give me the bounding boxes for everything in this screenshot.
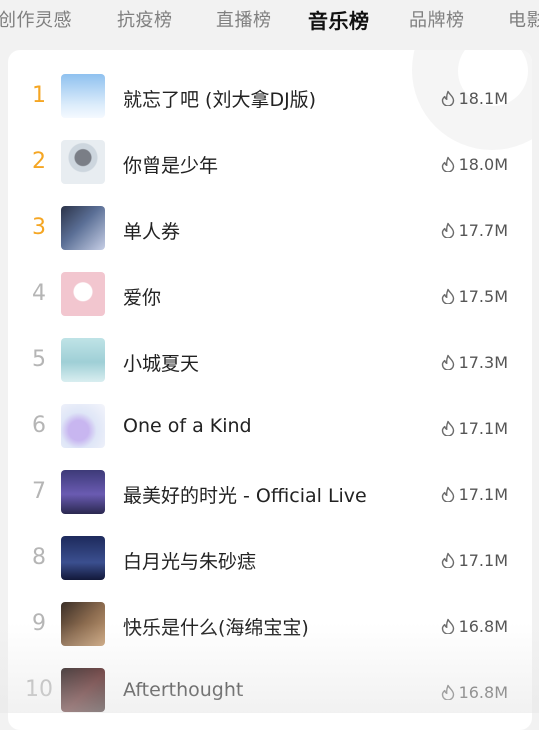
song-title: 快乐是什么(海绵宝宝)	[123, 613, 309, 640]
heat-number: 17.1M	[459, 551, 508, 570]
song-title: 小城夏天	[123, 349, 199, 376]
flame-icon	[441, 552, 455, 568]
heat-number: 18.0M	[459, 155, 508, 174]
chart-row-5[interactable]: 5 小城夏天 17.3M	[8, 329, 532, 395]
flame-icon	[441, 288, 455, 304]
rank-number: 9	[24, 611, 54, 636]
chart-row-6[interactable]: 6 One of a Kind 17.1M	[8, 395, 532, 461]
category-tabs: 创作灵感 抗疫榜 直播榜 音乐榜 品牌榜 电影	[0, 0, 539, 40]
album-cover	[61, 206, 105, 250]
song-title: 爱你	[123, 283, 161, 310]
heat-number: 17.1M	[459, 419, 508, 438]
album-cover	[61, 140, 105, 184]
heat-number: 17.1M	[459, 485, 508, 504]
heat-number: 17.3M	[459, 353, 508, 372]
album-cover	[61, 74, 105, 118]
heat-value: 17.1M	[441, 485, 508, 504]
heat-value: 17.7M	[441, 221, 508, 240]
chart-row-3[interactable]: 3 单人券 17.7M	[8, 197, 532, 263]
heat-value: 18.1M	[441, 89, 508, 108]
heat-value: 18.0M	[441, 155, 508, 174]
chart-row-2[interactable]: 2 你曾是少年 18.0M	[8, 131, 532, 197]
rank-number: 7	[24, 479, 54, 504]
rank-number: 5	[24, 347, 54, 372]
heat-value: 17.5M	[441, 287, 508, 306]
heat-value: 17.1M	[441, 419, 508, 438]
heat-value: 17.1M	[441, 551, 508, 570]
song-title: 你曾是少年	[123, 151, 218, 178]
rank-number: 3	[24, 215, 54, 240]
song-title: 最美好的时光 - Official Live	[123, 481, 367, 508]
tab-inspiration[interactable]: 创作灵感	[0, 6, 72, 32]
heat-number: 17.5M	[459, 287, 508, 306]
heat-value: 16.8M	[441, 683, 508, 702]
chart-row-4[interactable]: 4 爱你 17.5M	[8, 263, 532, 329]
chart-row-8[interactable]: 8 白月光与朱砂痣 17.1M	[8, 527, 532, 593]
tab-music[interactable]: 音乐榜	[308, 5, 370, 34]
song-title: 白月光与朱砂痣	[123, 547, 256, 574]
album-cover	[61, 404, 105, 448]
chart-row-7[interactable]: 7 最美好的时光 - Official Live 17.1M	[8, 461, 532, 527]
chart-row-10[interactable]: 10 Afterthought 16.8M	[8, 659, 532, 725]
heat-value: 17.3M	[441, 353, 508, 372]
chart-row-1[interactable]: 1 就忘了吧 (刘大拿DJ版) 18.1M	[8, 65, 532, 131]
flame-icon	[441, 684, 455, 700]
heat-number: 16.8M	[459, 683, 508, 702]
tab-antiepidemic[interactable]: 抗疫榜	[117, 6, 173, 32]
album-cover	[61, 470, 105, 514]
chart-row-9[interactable]: 9 快乐是什么(海绵宝宝) 16.8M	[8, 593, 532, 659]
rank-number: 1	[24, 83, 54, 108]
heat-value: 16.8M	[441, 617, 508, 636]
song-title: 就忘了吧 (刘大拿DJ版)	[123, 85, 316, 112]
rank-number: 6	[24, 413, 54, 438]
tab-live[interactable]: 直播榜	[216, 6, 272, 32]
tab-movie[interactable]: 电影	[508, 6, 539, 32]
song-title: 单人券	[123, 217, 180, 244]
album-cover	[61, 272, 105, 316]
album-cover	[61, 536, 105, 580]
flame-icon	[441, 90, 455, 106]
album-cover	[61, 338, 105, 382]
album-cover	[61, 668, 105, 712]
album-cover	[61, 602, 105, 646]
rank-number: 4	[24, 281, 54, 306]
flame-icon	[441, 156, 455, 172]
flame-icon	[441, 354, 455, 370]
music-chart-card: 1 就忘了吧 (刘大拿DJ版) 18.1M 2 你曾是少年 18.0M 3 单人…	[8, 50, 532, 730]
heat-number: 17.7M	[459, 221, 508, 240]
song-title: One of a Kind	[123, 415, 252, 437]
rank-number: 8	[24, 545, 54, 570]
flame-icon	[441, 420, 455, 436]
heat-number: 16.8M	[459, 617, 508, 636]
flame-icon	[441, 486, 455, 502]
heat-number: 18.1M	[459, 89, 508, 108]
song-title: Afterthought	[123, 679, 243, 701]
rank-number: 10	[24, 677, 54, 702]
rank-number: 2	[24, 149, 54, 174]
flame-icon	[441, 618, 455, 634]
flame-icon	[441, 222, 455, 238]
tab-brand[interactable]: 品牌榜	[409, 6, 465, 32]
